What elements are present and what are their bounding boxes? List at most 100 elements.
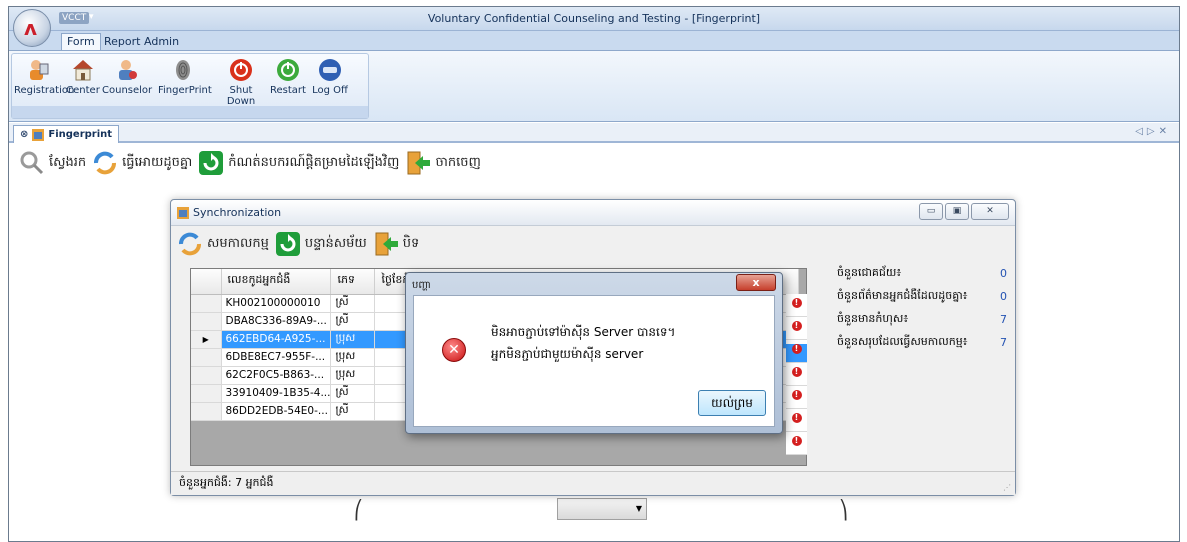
error-icon: ✕ bbox=[442, 338, 466, 362]
sex-cell[interactable]: ស្រី bbox=[330, 294, 376, 313]
stat-total: ចំនួនសរុបដែលធ្វើសមកាលកម្ម៖ 7 bbox=[837, 334, 1007, 350]
restart-button[interactable]: Restart bbox=[268, 58, 308, 96]
error-cell[interactable]: ! bbox=[786, 298, 807, 317]
sync-button[interactable]: ធ្វើអោយដូចគ្នា bbox=[92, 150, 192, 176]
ok-button[interactable]: យល់ព្រម bbox=[698, 390, 766, 416]
background-decoration: ⎞ bbox=[839, 500, 848, 521]
tab-admin[interactable]: Admin bbox=[139, 34, 184, 49]
maximize-button[interactable]: ▣ bbox=[945, 203, 969, 220]
patient-code-cell[interactable]: 33910409-1B35-4... bbox=[221, 384, 332, 403]
sex-cell[interactable]: ប្រុស bbox=[330, 348, 376, 367]
counselor-icon bbox=[119, 60, 137, 80]
form-icon bbox=[32, 128, 45, 141]
ribbon: Registration Center Counselor FingerPrin… bbox=[9, 50, 1179, 122]
ribbon-tabs: Form Report Admin bbox=[9, 31, 1179, 51]
sex-cell[interactable]: ស្រី bbox=[330, 402, 376, 421]
row-header[interactable] bbox=[191, 312, 222, 331]
error-cell[interactable]: ! bbox=[786, 367, 807, 386]
stat-duplicate-value: 0 bbox=[1000, 290, 1007, 303]
red-ribbon-icon: ᴧ bbox=[24, 16, 38, 40]
log-off-button[interactable]: Log Off bbox=[310, 58, 350, 96]
patient-code-cell[interactable]: 86DD2EDB-54E0-... bbox=[221, 402, 332, 421]
sync-toolbar: សមកាលកម្ម បន្ទាន់សម័យ បិទ bbox=[177, 230, 419, 258]
close-window-button[interactable]: បិទ bbox=[373, 231, 419, 257]
error-cell[interactable]: ! bbox=[786, 344, 807, 363]
error-icon: ! bbox=[791, 321, 802, 331]
ribbon-group: Registration Center Counselor FingerPrin… bbox=[11, 53, 369, 119]
sync-icon bbox=[94, 151, 117, 175]
patient-code-cell[interactable]: 662EBD64-A925-... bbox=[221, 330, 332, 349]
sex-cell[interactable]: ប្រុស bbox=[330, 330, 376, 349]
logoff-icon bbox=[319, 59, 341, 81]
search-button[interactable]: ស្វែងរក bbox=[19, 150, 86, 176]
error-cell[interactable]: ! bbox=[786, 321, 807, 340]
resize-grip-icon[interactable]: ⋰ bbox=[1003, 483, 1011, 492]
status-bar: ចំនួនអ្នកជំងឺ: 7 អ្នកជំងឺ ⋰ bbox=[171, 471, 1015, 495]
sex-cell[interactable]: ស្រី bbox=[330, 384, 376, 403]
exit-button[interactable]: ចាកចេញ bbox=[405, 150, 481, 176]
sync-stats-panel: ចំនួនជោគជ័យ៖ 0 ចំនួនព័ត៌មានអ្នកជំងឺដែលដូច… bbox=[837, 262, 1007, 354]
error-icon: ! bbox=[791, 390, 802, 400]
patient-code-cell[interactable]: KH002100000010 bbox=[221, 294, 332, 313]
patient-code-cell[interactable]: 6DBE8EC7-955F-... bbox=[221, 348, 332, 367]
restart-icon bbox=[277, 59, 299, 81]
row-header[interactable] bbox=[191, 294, 222, 313]
dropdown-arrow-icon: ▼ bbox=[635, 504, 642, 513]
stat-errors: ចំនួនមានកំហុស៖ 7 bbox=[837, 311, 1007, 327]
row-header[interactable]: ▶ bbox=[191, 330, 222, 349]
sex-cell[interactable]: ប្រុស bbox=[330, 366, 376, 385]
patient-count: ចំនួនអ្នកជំងឺ: 7 អ្នកជំងឺ bbox=[179, 475, 274, 489]
column-header-sex[interactable]: ភេទ bbox=[330, 269, 376, 295]
shut-down-button[interactable]: Shut Down bbox=[216, 58, 266, 107]
sync-window-title: Synchronization bbox=[193, 206, 282, 219]
refresh-icon bbox=[275, 232, 300, 256]
sync-window-title-bar: Synchronization ▭ ▣ ✕ bbox=[171, 200, 1015, 226]
close-tab-icon[interactable]: ⊗ bbox=[20, 129, 28, 140]
refresh-icon bbox=[199, 151, 224, 175]
synchronize-button[interactable]: សមកាលកម្ម bbox=[177, 231, 269, 257]
patient-code-cell[interactable]: 62C2F0C5-B863-... bbox=[221, 366, 332, 385]
column-header-patient-code[interactable]: លេខកូដអ្នកជំងឺ bbox=[221, 269, 332, 295]
center-button[interactable]: Center bbox=[66, 58, 100, 96]
title-bar: VCCT ▾ Voluntary Confidential Counseling… bbox=[9, 7, 1179, 31]
dialog-close-button[interactable]: x bbox=[736, 274, 776, 291]
error-icon: ! bbox=[791, 367, 802, 377]
sync-icon bbox=[179, 232, 201, 256]
row-header[interactable] bbox=[191, 348, 222, 367]
error-cell[interactable]: ! bbox=[786, 436, 807, 455]
fingerprint-icon bbox=[176, 60, 190, 80]
exit-door-icon bbox=[407, 151, 431, 175]
document-tab-bar: ⊗ Fingerprint ◁▷✕ bbox=[9, 123, 1179, 143]
power-icon bbox=[230, 59, 252, 81]
registration-button[interactable]: Registration bbox=[14, 58, 74, 96]
fingerprint-button[interactable]: FingerPrint bbox=[158, 58, 212, 96]
exit-door-icon bbox=[375, 232, 398, 256]
window-controls: ▭ ▣ ✕ bbox=[919, 203, 1009, 220]
tab-form[interactable]: Form bbox=[61, 33, 101, 51]
dialog-title: បញ្ហា bbox=[412, 280, 431, 291]
row-header[interactable] bbox=[191, 402, 222, 421]
row-header[interactable] bbox=[191, 366, 222, 385]
stat-total-value: 7 bbox=[1000, 336, 1007, 349]
row-header[interactable] bbox=[191, 384, 222, 403]
close-button[interactable]: ✕ bbox=[971, 203, 1009, 220]
error-cell[interactable]: ! bbox=[786, 390, 807, 409]
tab-fingerprint[interactable]: ⊗ Fingerprint bbox=[13, 125, 120, 143]
registration-icon bbox=[30, 60, 49, 80]
patient-code-cell[interactable]: DBA8C336-89A9-... bbox=[221, 312, 332, 331]
dialog-message-line1: មិនអាចភ្ជាប់ទៅម៉ាស៊ីន Server បានទេ។ bbox=[491, 325, 676, 339]
tab-nav-arrows[interactable]: ◁▷✕ bbox=[1135, 126, 1171, 137]
row-header-corner bbox=[191, 269, 222, 295]
sex-cell[interactable]: ស្រី bbox=[330, 312, 376, 331]
minimize-button[interactable]: ▭ bbox=[919, 203, 943, 220]
error-cell[interactable]: ! bbox=[786, 413, 807, 432]
update-button[interactable]: បន្ទាន់សម័យ bbox=[275, 231, 367, 257]
background-combo[interactable]: ▼ bbox=[557, 498, 647, 520]
stat-success: ចំនួនជោគជ័យ៖ 0 bbox=[837, 265, 1007, 281]
ribbon-group-label bbox=[12, 106, 368, 118]
error-icon: ! bbox=[791, 413, 802, 423]
app-orb-button[interactable]: ᴧ bbox=[13, 9, 51, 47]
reset-fingerprint-device-button[interactable]: កំណត់នបករណ៍ផ្តិតម្រាមដៃឡើងវិញ bbox=[198, 150, 399, 176]
dialog-body: ✕ មិនអាចភ្ជាប់ទៅម៉ាស៊ីន Server បានទេ។ អ្… bbox=[413, 295, 775, 427]
counselor-button[interactable]: Counselor bbox=[102, 58, 152, 96]
